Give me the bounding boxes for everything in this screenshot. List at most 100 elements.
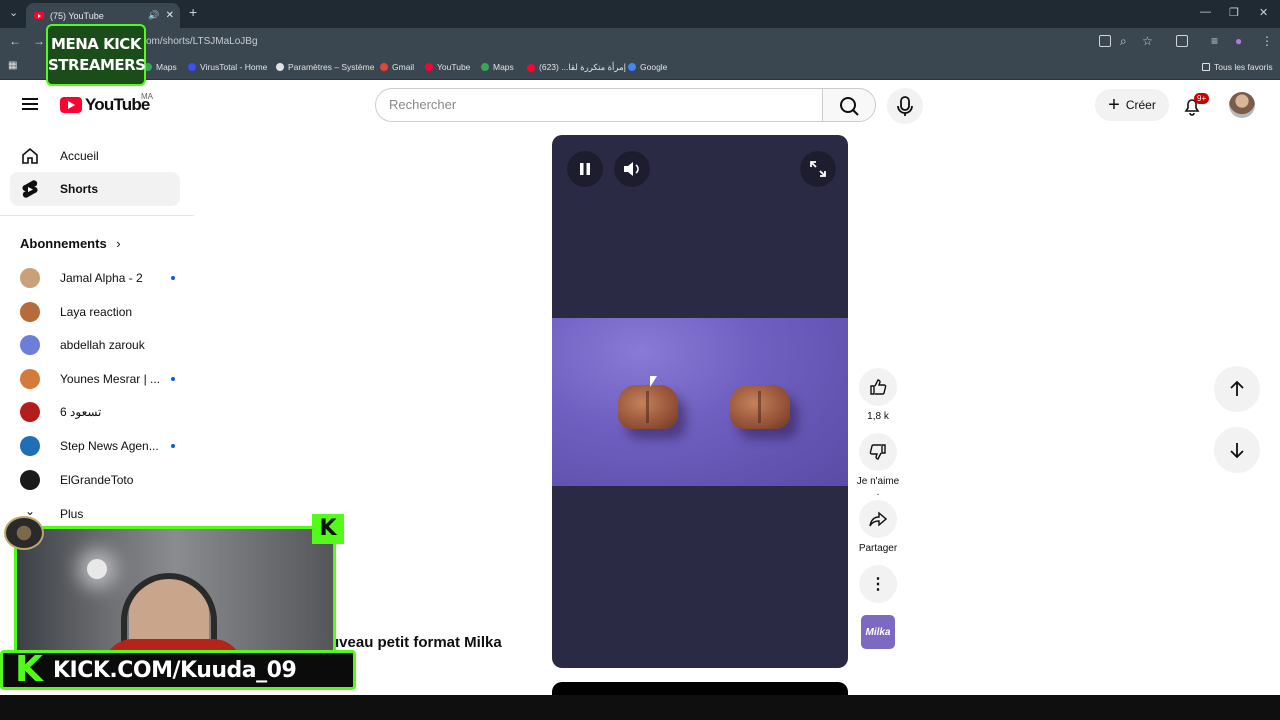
subscription-item[interactable]: Jamal Alpha - 2 xyxy=(20,266,175,290)
tab-close-icon[interactable]: ✕ xyxy=(166,10,174,21)
new-content-dot xyxy=(171,276,175,280)
new-content-dot xyxy=(171,444,175,448)
bookmark-maps[interactable]: Maps xyxy=(144,62,177,72)
arrow-down-icon xyxy=(1230,443,1244,459)
create-button[interactable]: + Créer xyxy=(1095,89,1169,121)
subscriptions-heading[interactable]: Abonnements › xyxy=(20,236,121,251)
dislike-button[interactable] xyxy=(859,433,897,471)
chocolate-piece xyxy=(730,385,790,429)
more-vert-icon: ⋮ xyxy=(870,576,886,593)
zoom-icon[interactable]: ⌕ xyxy=(1120,34,1127,49)
youtube-logo[interactable]: YouTube xyxy=(60,95,150,115)
thumbs-down-icon xyxy=(869,444,886,460)
fullscreen-icon xyxy=(810,161,826,177)
sidebar-divider xyxy=(0,215,194,216)
more-action[interactable]: ⋮ xyxy=(856,565,900,603)
chocolate-piece xyxy=(618,385,678,429)
account-avatar[interactable] xyxy=(1229,92,1255,118)
back-icon[interactable]: ← xyxy=(9,34,21,48)
bookmark-settings[interactable]: Paramètres – Système xyxy=(276,62,374,72)
sidebar-item-label: Accueil xyxy=(60,149,99,163)
dislike-label: Je n'aime . xyxy=(856,476,900,498)
pause-button[interactable] xyxy=(567,151,603,187)
like-action[interactable]: 1,8 k xyxy=(856,368,900,422)
plus-icon: + xyxy=(1108,94,1120,116)
headphones xyxy=(121,573,217,643)
arrow-up-icon xyxy=(1230,380,1244,396)
fullscreen-button[interactable] xyxy=(800,151,836,187)
browser-tab-bar: ⌄ (75) YouTube 🔊 ✕ + — ❐ ✕ xyxy=(0,0,1280,28)
subscription-item[interactable]: Younes Mesrar | ... xyxy=(20,367,175,391)
youtube-header: YouTube MA Rechercher + Créer 9+ xyxy=(0,81,1280,129)
previous-short-button[interactable] xyxy=(1214,366,1260,412)
bookmark-google[interactable]: Google xyxy=(628,62,667,72)
more-options-button[interactable]: ⋮ xyxy=(859,565,897,603)
dislike-action[interactable]: Je n'aime . xyxy=(856,433,900,498)
sidebar-item-label: Shorts xyxy=(60,182,99,196)
tab-audio-icon[interactable]: 🔊 xyxy=(148,10,159,21)
profile-icon[interactable]: ● xyxy=(1235,34,1242,48)
shorts-video-player[interactable] xyxy=(552,135,848,668)
apps-grid-icon[interactable]: ▦ xyxy=(8,60,17,71)
channel-avatar xyxy=(20,335,40,355)
logo-line-2: STREAMERS xyxy=(48,56,146,74)
bookmark-virustotal[interactable]: VirusTotal - Home xyxy=(188,62,267,72)
volume-icon xyxy=(624,162,639,176)
subscription-item[interactable]: abdellah zarouk xyxy=(20,333,175,357)
window-close-icon[interactable]: ✕ xyxy=(1259,6,1268,19)
search-button[interactable] xyxy=(822,88,876,122)
hamburger-menu-icon[interactable] xyxy=(22,98,38,110)
bookmark-youtube[interactable]: YouTube xyxy=(425,62,470,72)
share-button[interactable] xyxy=(859,500,897,538)
voice-search-button[interactable] xyxy=(887,88,923,124)
mena-kick-streamers-logo: MENA KICK STREAMERS xyxy=(46,24,146,86)
logo-line-1: MENA KICK xyxy=(51,35,141,53)
channel-avatar xyxy=(20,470,40,490)
kick-url: KICK.COM/Kuuda_09 xyxy=(53,657,297,683)
kick-channel-banner: K KICK.COM/Kuuda_09 xyxy=(0,650,356,690)
share-action[interactable]: Partager xyxy=(856,500,900,554)
create-label: Créer xyxy=(1125,98,1156,112)
microphone-icon xyxy=(897,96,913,116)
webcam-light xyxy=(87,559,107,579)
tab-title: (75) YouTube xyxy=(50,10,104,21)
sidebar-item-home[interactable]: Accueil xyxy=(10,139,180,173)
subscription-item[interactable]: تسعود 6 xyxy=(20,400,175,424)
channel-avatar-milka[interactable]: Milka xyxy=(861,615,895,649)
media-icon[interactable]: ≡ xyxy=(1211,34,1218,48)
channel-name: Laya reaction xyxy=(60,305,133,319)
channel-name: تسعود 6 xyxy=(60,405,102,419)
restore-icon[interactable]: ❐ xyxy=(1229,6,1239,19)
url-field[interactable]: om/shorts/LTSJMaLoJBg xyxy=(140,32,1090,52)
like-button[interactable] xyxy=(859,368,897,406)
new-tab-icon[interactable]: + xyxy=(189,4,197,20)
bookmark-gmail[interactable]: Gmail xyxy=(380,62,414,72)
video-frame-band xyxy=(552,318,848,486)
like-count: 1,8 k xyxy=(867,411,889,422)
volume-button[interactable] xyxy=(614,151,650,187)
extensions-icon[interactable] xyxy=(1176,35,1188,47)
next-short-button[interactable] xyxy=(1214,427,1260,473)
home-icon xyxy=(20,146,40,166)
search-input[interactable]: Rechercher xyxy=(375,88,823,122)
channel-name: Jamal Alpha - 2 xyxy=(60,271,143,285)
cast-icon[interactable] xyxy=(1099,35,1111,47)
bookmark-youtube-video[interactable]: إمرأة متكررة لقا... (623) xyxy=(527,62,626,73)
bookmark-star-icon[interactable]: ☆ xyxy=(1142,34,1153,48)
search-icon xyxy=(840,97,859,116)
minimize-icon[interactable]: — xyxy=(1200,6,1211,18)
sidebar-more[interactable]: ⌄ Plus xyxy=(20,502,175,526)
tab-search-icon[interactable]: ⌄ xyxy=(9,6,18,19)
menu-kebab-icon[interactable]: ⋮ xyxy=(1261,34,1273,48)
channel-avatar xyxy=(20,436,40,456)
subscription-item[interactable]: Step News Agen... xyxy=(20,434,175,458)
forward-icon[interactable]: → xyxy=(33,34,45,48)
youtube-favicon-icon xyxy=(34,12,44,19)
subscription-item[interactable]: Laya reaction xyxy=(20,300,175,324)
subscription-item[interactable]: ElGrandeToto xyxy=(20,468,175,492)
all-bookmarks[interactable]: Tous les favoris xyxy=(1202,62,1273,72)
sidebar-item-shorts[interactable]: Shorts xyxy=(10,172,180,206)
channel-avatar xyxy=(20,402,40,422)
bookmark-maps-2[interactable]: Maps xyxy=(481,62,514,72)
channel-avatar xyxy=(20,302,40,322)
